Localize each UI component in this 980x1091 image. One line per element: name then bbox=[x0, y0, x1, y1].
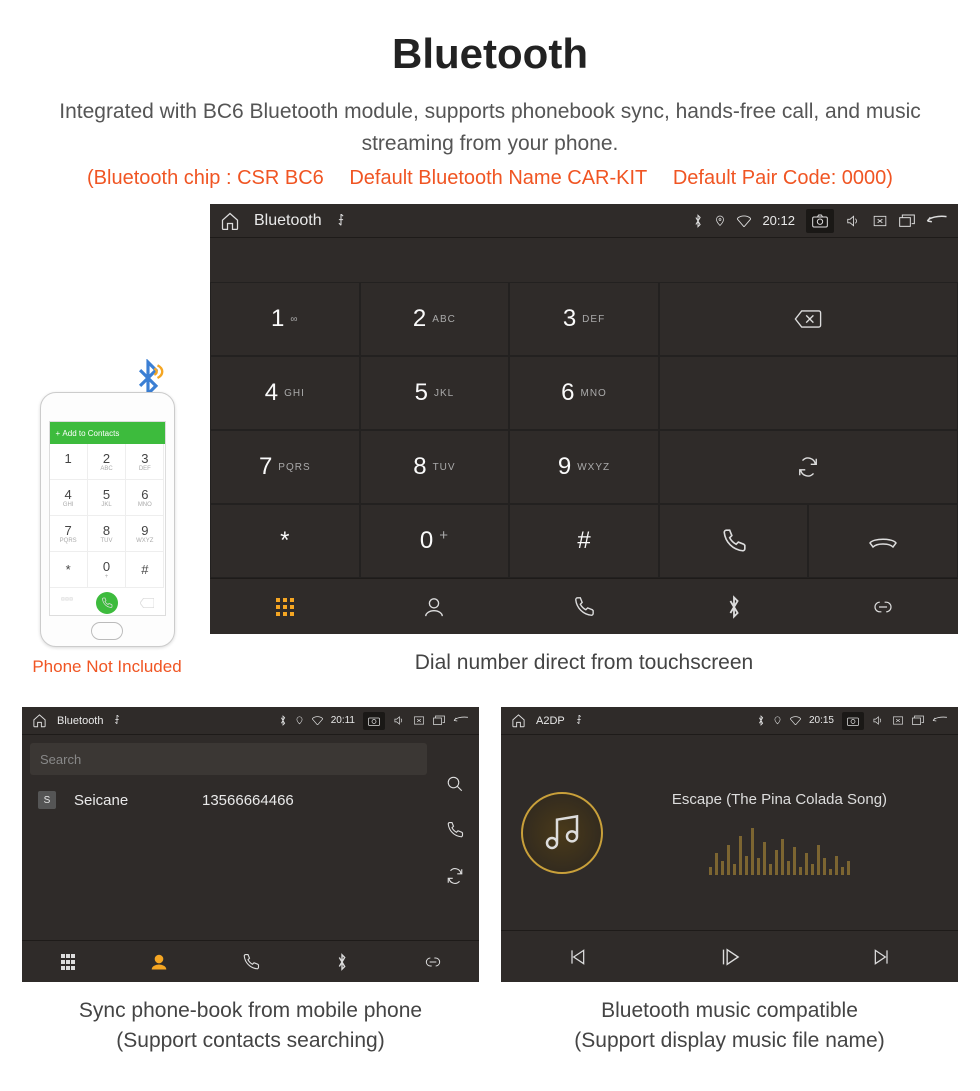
key-hash[interactable]: # bbox=[509, 504, 659, 578]
statusbar: Bluetooth 20:12 bbox=[210, 204, 958, 238]
phone-keypad-icon bbox=[60, 596, 74, 610]
tab-pair[interactable] bbox=[808, 579, 958, 634]
tab-history[interactable] bbox=[509, 579, 659, 634]
key-5[interactable]: 5JKL bbox=[360, 356, 510, 430]
page-subtitle: Integrated with BC6 Bluetooth module, su… bbox=[22, 96, 958, 159]
music-screen: A2DP 20:15 bbox=[501, 707, 958, 982]
close-icon[interactable] bbox=[872, 214, 888, 228]
tab-contacts[interactable] bbox=[360, 579, 510, 634]
tab-contacts[interactable] bbox=[113, 941, 204, 982]
bt-icon bbox=[757, 715, 765, 726]
album-art-icon bbox=[521, 792, 603, 874]
home-icon[interactable] bbox=[511, 713, 526, 728]
key-2[interactable]: 2ABC bbox=[360, 282, 510, 356]
bt-icon bbox=[279, 715, 287, 726]
equalizer-icon bbox=[621, 820, 938, 875]
track-title: Escape (The Pina Colada Song) bbox=[621, 791, 938, 808]
phone-bksp-icon bbox=[140, 598, 154, 608]
music-caption: Bluetooth music compatible(Support displ… bbox=[501, 996, 958, 1055]
wifi-icon bbox=[790, 716, 801, 725]
phone-call-icon bbox=[96, 592, 118, 614]
call-icon[interactable] bbox=[446, 821, 464, 839]
location-icon bbox=[714, 214, 726, 228]
key-7[interactable]: 7PQRS bbox=[210, 430, 360, 504]
key-8[interactable]: 8TUV bbox=[360, 430, 510, 504]
search-input[interactable]: Search bbox=[30, 743, 427, 775]
tab-bluetooth[interactable] bbox=[296, 941, 387, 982]
key-redial[interactable] bbox=[659, 430, 958, 504]
tab-dialpad[interactable] bbox=[22, 941, 113, 982]
sync-icon[interactable] bbox=[446, 867, 464, 885]
status-title: Bluetooth bbox=[57, 715, 103, 727]
usb-icon bbox=[575, 715, 583, 726]
usb-icon bbox=[113, 715, 121, 726]
spec-name: Default Bluetooth Name CAR-KIT bbox=[349, 167, 647, 189]
back-icon[interactable] bbox=[932, 715, 948, 726]
specs-line: (Bluetooth chip : CSR BC6 Default Blueto… bbox=[22, 167, 958, 190]
usb-icon bbox=[336, 214, 346, 228]
windows-icon[interactable] bbox=[912, 715, 924, 726]
key-blank bbox=[659, 356, 958, 430]
key-6[interactable]: 6MNO bbox=[509, 356, 659, 430]
phone-not-included-label: Phone Not Included bbox=[32, 657, 181, 677]
home-icon[interactable] bbox=[32, 713, 47, 728]
key-0[interactable]: 0+ bbox=[360, 504, 510, 578]
contact-avatar: S bbox=[38, 791, 56, 809]
status-title: A2DP bbox=[536, 715, 565, 727]
search-icon[interactable] bbox=[446, 775, 464, 793]
spec-code: Default Pair Code: 0000) bbox=[673, 167, 893, 189]
volume-icon[interactable] bbox=[872, 715, 884, 726]
key-9[interactable]: 9WXYZ bbox=[509, 430, 659, 504]
status-time: 20:12 bbox=[762, 213, 795, 228]
key-1[interactable]: 1∞ bbox=[210, 282, 360, 356]
key-star[interactable]: * bbox=[210, 504, 360, 578]
tab-pair[interactable] bbox=[388, 941, 479, 982]
tab-dialpad[interactable] bbox=[210, 579, 360, 634]
wifi-icon bbox=[737, 215, 751, 227]
location-icon bbox=[295, 715, 304, 726]
wifi-icon bbox=[312, 716, 323, 725]
key-3[interactable]: 3DEF bbox=[509, 282, 659, 356]
key-backspace[interactable] bbox=[659, 282, 958, 356]
key-4[interactable]: 4GHI bbox=[210, 356, 360, 430]
dialer-caption: Dial number direct from touchscreen bbox=[210, 648, 958, 677]
back-icon[interactable] bbox=[926, 214, 948, 228]
contact-row[interactable]: S Seicane 13566664466 bbox=[22, 783, 479, 817]
tab-history[interactable] bbox=[205, 941, 296, 982]
tab-bluetooth[interactable] bbox=[659, 579, 809, 634]
spec-chip: (Bluetooth chip : CSR BC6 bbox=[87, 167, 324, 189]
key-call[interactable] bbox=[659, 504, 809, 578]
close-icon[interactable] bbox=[892, 715, 904, 726]
camera-icon[interactable] bbox=[812, 214, 828, 228]
dial-display bbox=[210, 238, 958, 282]
volume-icon[interactable] bbox=[845, 214, 861, 228]
page-title: Bluetooth bbox=[22, 30, 958, 78]
camera-icon[interactable] bbox=[847, 716, 859, 726]
home-icon[interactable] bbox=[220, 211, 240, 231]
location-icon bbox=[773, 715, 782, 726]
contacts-caption: Sync phone-book from mobile phone(Suppor… bbox=[22, 996, 479, 1055]
play-button[interactable] bbox=[718, 946, 740, 968]
status-title: Bluetooth bbox=[254, 212, 322, 230]
volume-icon[interactable] bbox=[393, 715, 405, 726]
status-time: 20:15 bbox=[809, 715, 834, 726]
next-button[interactable] bbox=[872, 947, 892, 967]
camera-icon[interactable] bbox=[368, 716, 380, 726]
bt-icon bbox=[693, 214, 703, 228]
phone-mock: + Add to Contacts 1 2ABC3DEF 4GHI5JKL6MN… bbox=[22, 359, 192, 677]
windows-icon[interactable] bbox=[899, 214, 915, 228]
dialer-screen: Bluetooth 20:12 bbox=[210, 204, 958, 634]
phone-add-label: Add to Contacts bbox=[62, 429, 119, 438]
key-hangup[interactable] bbox=[808, 504, 958, 578]
close-icon[interactable] bbox=[413, 715, 425, 726]
prev-button[interactable] bbox=[567, 947, 587, 967]
back-icon[interactable] bbox=[453, 715, 469, 726]
status-time: 20:11 bbox=[331, 715, 355, 726]
contact-number: 13566664466 bbox=[202, 792, 294, 809]
contact-name: Seicane bbox=[74, 792, 184, 809]
contacts-screen: Bluetooth 20:11 bbox=[22, 707, 479, 982]
windows-icon[interactable] bbox=[433, 715, 445, 726]
